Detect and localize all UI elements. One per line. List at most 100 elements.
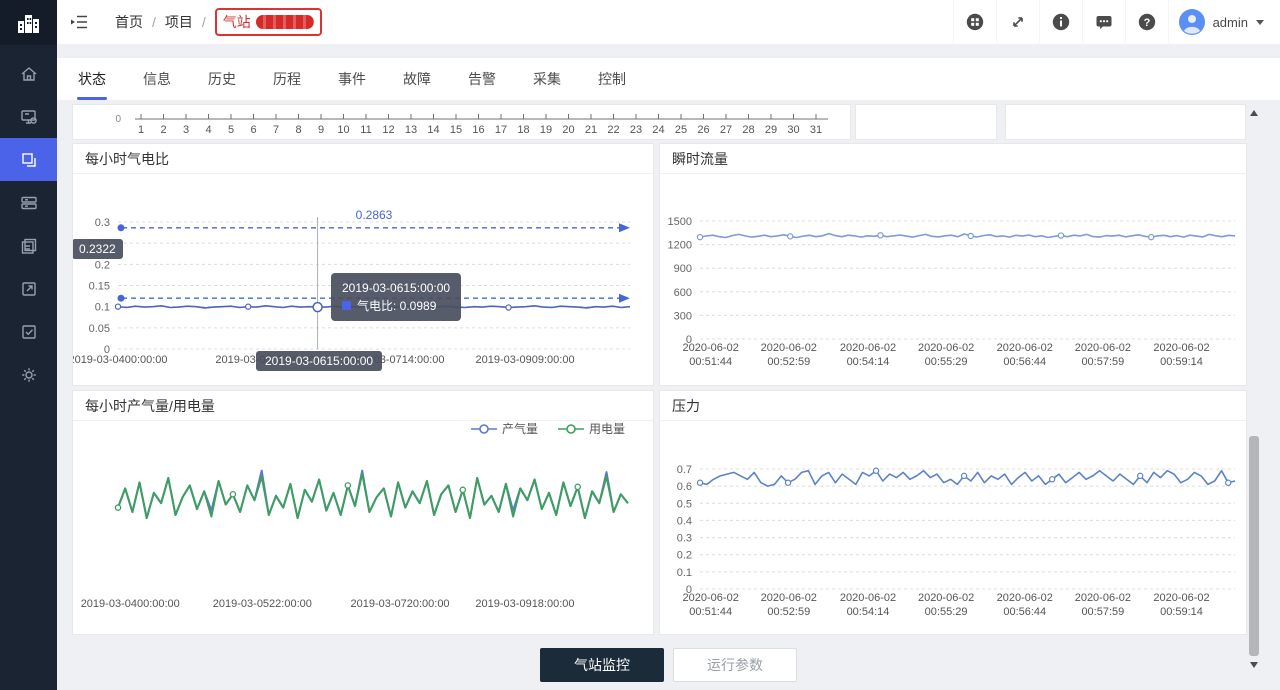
- app-logo: [0, 0, 57, 45]
- svg-text:1500: 1500: [668, 216, 692, 228]
- svg-text:21: 21: [585, 124, 597, 136]
- panel-title: 瞬时流量: [660, 144, 1246, 174]
- svg-text:20: 20: [562, 124, 574, 136]
- legend-item-用电量[interactable]: 用电量: [558, 421, 625, 437]
- breadcrumb-project[interactable]: 项目: [165, 12, 193, 32]
- message-button[interactable]: [1082, 0, 1125, 45]
- svg-text:00:51:44: 00:51:44: [689, 356, 732, 368]
- svg-text:2020-06-02: 2020-06-02: [840, 342, 896, 354]
- svg-text:19: 19: [540, 124, 552, 136]
- tab-事件[interactable]: 事件: [338, 58, 366, 100]
- sidebar-item-report-export[interactable]: [0, 267, 57, 310]
- breadcrumb-station-tag[interactable]: 气站: [215, 8, 322, 36]
- station-monitor-button[interactable]: 气站监控: [540, 648, 664, 682]
- svg-text:2020-06-02: 2020-06-02: [761, 592, 817, 604]
- breadcrumb-home[interactable]: 首页: [115, 12, 143, 32]
- user-menu[interactable]: admin: [1168, 0, 1280, 45]
- panel-hourly-gas-power: 每小时产气量/用电量 产气量用电量 2019-03-0400:00:002019…: [72, 390, 654, 635]
- chevron-down-icon: [1256, 20, 1264, 25]
- svg-text:2020-06-02: 2020-06-02: [918, 342, 974, 354]
- sidebar-nav: [0, 52, 57, 396]
- svg-text:2020-06-02: 2020-06-02: [1075, 342, 1131, 354]
- svg-text:3: 3: [183, 124, 189, 136]
- scrollbar-thumb[interactable]: [1249, 436, 1259, 656]
- fullscreen-button[interactable]: [996, 0, 1039, 45]
- info-button[interactable]: [1039, 0, 1082, 45]
- svg-text:11: 11: [360, 124, 371, 136]
- menu-collapse-button[interactable]: [57, 0, 101, 45]
- tab-bar: 状态信息历史历程事件故障告警采集控制: [57, 58, 1280, 100]
- svg-text:27: 27: [720, 124, 732, 136]
- svg-text:6: 6: [250, 124, 256, 136]
- scroll-up-arrow[interactable]: [1250, 110, 1258, 116]
- sidebar-item-task-check[interactable]: [0, 310, 57, 353]
- scroll-down-arrow[interactable]: [1250, 662, 1258, 668]
- svg-text:14: 14: [427, 124, 439, 136]
- svg-text:0.5: 0.5: [677, 498, 692, 510]
- svg-text:00:59:14: 00:59:14: [1160, 356, 1203, 368]
- apps-button[interactable]: [953, 0, 996, 45]
- tooltip-title: 2019-03-0615:00:00: [342, 279, 450, 297]
- svg-text:13: 13: [405, 124, 417, 136]
- svg-text:00:56:44: 00:56:44: [1003, 606, 1046, 618]
- pressure-chart[interactable]: 00.10.20.30.40.50.60.72020-06-0200:51:44…: [660, 421, 1246, 633]
- tab-采集[interactable]: 采集: [533, 58, 561, 100]
- tab-历史[interactable]: 历史: [208, 58, 236, 100]
- overlap-panels-icon: [19, 150, 39, 170]
- breadcrumb: 首页 / 项目 / 气站: [115, 8, 322, 36]
- series-color-swatch: [342, 301, 351, 310]
- svg-text:00:59:14: 00:59:14: [1160, 606, 1203, 618]
- panel-title: 每小时气电比: [73, 144, 653, 174]
- svg-text:12: 12: [382, 124, 394, 136]
- panel-instant-flow: 瞬时流量 0300600900120015002020-06-0200:51:4…: [659, 143, 1247, 386]
- sidebar-item-device-list[interactable]: [0, 181, 57, 224]
- tab-信息[interactable]: 信息: [143, 58, 171, 100]
- run-params-button[interactable]: 运行参数: [673, 648, 797, 682]
- redacted-station-id: [256, 15, 314, 29]
- svg-text:2020-06-02: 2020-06-02: [1153, 342, 1209, 354]
- sidebar-item-monitor-config[interactable]: [0, 95, 57, 138]
- buildings-logo-icon: [16, 11, 42, 35]
- chart-tooltip: 2019-03-0615:00:00 气电比: 0.0989: [331, 273, 461, 321]
- sidebar-item-project-panels[interactable]: [0, 138, 57, 181]
- svg-text:2020-06-02: 2020-06-02: [840, 592, 896, 604]
- avatar: [1179, 9, 1205, 35]
- svg-text:00:52:59: 00:52:59: [767, 356, 810, 368]
- scrolled-panel-partial-2: [1005, 104, 1246, 140]
- info-icon: [1051, 12, 1071, 32]
- gas-electric-ratio-chart[interactable]: 0.2322 2019-03-0615:00:00 气电比: 0.0989 20…: [73, 174, 653, 384]
- sidebar-item-home[interactable]: [0, 52, 57, 95]
- tab-告警[interactable]: 告警: [468, 58, 496, 100]
- svg-text:8: 8: [295, 124, 301, 136]
- svg-text:0.15: 0.15: [89, 281, 110, 293]
- apps-icon: [965, 12, 985, 32]
- menu-unfold-icon: [70, 14, 88, 30]
- help-button[interactable]: ?: [1125, 0, 1168, 45]
- svg-text:28: 28: [742, 124, 754, 136]
- chart-legend: 产气量 用电量: [471, 421, 625, 437]
- x-axis-pointer-label: 2019-03-0615:00:00: [256, 351, 382, 371]
- svg-text:00:56:44: 00:56:44: [1003, 356, 1046, 368]
- sidebar-item-settings[interactable]: [0, 353, 57, 396]
- month-axis-chart: 0123456789101112131415161718192021222324…: [73, 105, 850, 139]
- svg-text:2020-06-02: 2020-06-02: [683, 592, 739, 604]
- tab-控制[interactable]: 控制: [598, 58, 626, 100]
- sidebar-item-document-copy[interactable]: [0, 224, 57, 267]
- scrolled-chart-axis-panel: 0123456789101112131415161718192021222324…: [72, 104, 851, 140]
- instant-flow-chart[interactable]: 0300600900120015002020-06-0200:51:442020…: [660, 174, 1246, 384]
- svg-text:900: 900: [674, 263, 692, 275]
- tab-故障[interactable]: 故障: [403, 58, 431, 100]
- legend-item-产气量[interactable]: 产气量: [471, 421, 538, 437]
- tab-历程[interactable]: 历程: [273, 58, 301, 100]
- header-actions: ? admin: [953, 0, 1280, 45]
- gas-power-chart[interactable]: 产气量用电量 2019-03-0400:00:002019-03-0522:00…: [73, 421, 653, 633]
- svg-text:0.6: 0.6: [677, 481, 692, 493]
- svg-text:2019-03-0720:00:00: 2019-03-0720:00:00: [350, 598, 449, 610]
- vertical-scrollbar: [1247, 104, 1261, 670]
- svg-text:2020-06-02: 2020-06-02: [761, 342, 817, 354]
- server-list-icon: [19, 193, 39, 213]
- svg-text:2020-06-02: 2020-06-02: [1075, 592, 1131, 604]
- tab-状态[interactable]: 状态: [78, 58, 106, 100]
- svg-text:00:57:59: 00:57:59: [1081, 606, 1124, 618]
- svg-text:15: 15: [450, 124, 462, 136]
